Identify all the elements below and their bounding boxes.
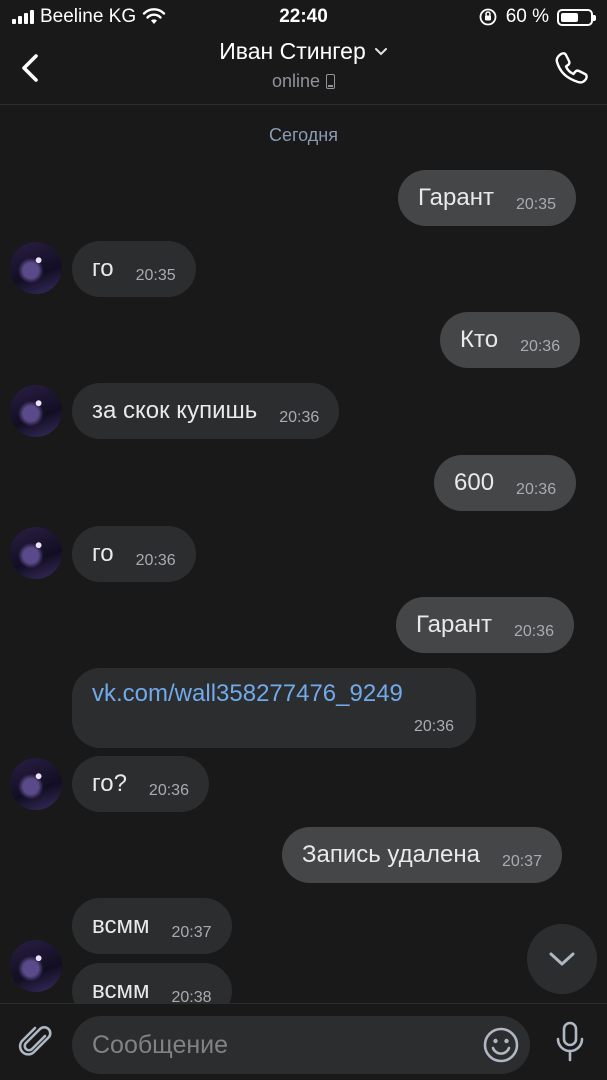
message-bubble-link[interactable]: vk.com/wall358277476_9249 20:36 (72, 668, 476, 748)
message-time: 20:36 (148, 782, 189, 799)
message-bubble-outgoing[interactable]: 600 20:36 (434, 455, 577, 511)
message-bubble-incoming[interactable]: го? 20:36 (72, 756, 209, 812)
status-bar: Beeline KG 22:40 60 % (0, 0, 607, 34)
scroll-down-icon (549, 952, 575, 966)
message-bubble-outgoing[interactable]: Запись удалена 20:37 (282, 827, 562, 883)
online-status-text: online (271, 71, 321, 91)
contact-status: online (271, 71, 336, 92)
avatar[interactable] (10, 758, 62, 810)
message-text: го (92, 255, 114, 282)
microphone-icon[interactable] (553, 1020, 587, 1064)
date-separator: Сегодня (269, 125, 338, 145)
avatar[interactable] (10, 242, 62, 294)
chat-header: Иван Стингер online (0, 34, 607, 105)
contact-info[interactable]: Иван Стингер online (0, 38, 607, 92)
message-time: 20:36 (279, 409, 320, 426)
message-time: 20:35 (135, 267, 176, 284)
message-time: 20:36 (520, 338, 561, 355)
message-text: Запись удалена (302, 841, 480, 868)
message-text: за скок купишь (92, 397, 258, 424)
message-time: 20:36 (413, 718, 454, 735)
message-link[interactable]: vk.com/wall358277476_9249 (92, 680, 456, 708)
message-bubble-incoming[interactable]: го 20:35 (72, 241, 196, 297)
scroll-down-button[interactable] (527, 924, 597, 994)
contact-name: Иван Стингер (219, 38, 366, 64)
message-bubble-incoming[interactable]: за скок купишь 20:36 (72, 383, 340, 439)
message-time: 20:35 (515, 196, 556, 213)
message-text: Гарант (418, 184, 494, 211)
mobile-icon (326, 74, 336, 89)
message-input[interactable]: Сообщение (72, 1016, 530, 1074)
battery-percent: 60 % (505, 6, 549, 27)
message-bubble-incoming[interactable]: всмм 20:37 (72, 898, 232, 954)
message-bubble-outgoing[interactable]: Кто 20:36 (440, 312, 581, 368)
message-time: 20:36 (135, 552, 176, 569)
avatar[interactable] (10, 527, 62, 579)
smile-icon[interactable] (482, 1026, 520, 1064)
message-time: 20:36 (513, 623, 554, 640)
avatar[interactable] (10, 385, 62, 437)
message-text: всмм (92, 912, 150, 939)
avatar[interactable] (10, 940, 62, 992)
message-input-placeholder: Сообщение (92, 1031, 229, 1059)
orientation-lock-icon (479, 8, 497, 26)
contact-title[interactable]: Иван Стингер (219, 38, 388, 65)
message-bubble-outgoing[interactable]: Гарант 20:35 (398, 170, 576, 226)
message-text: всмм (92, 977, 150, 1004)
message-bubble-outgoing[interactable]: Гарант 20:36 (396, 597, 574, 653)
message-text: го? (92, 770, 127, 797)
message-text: 600 (454, 469, 495, 496)
message-time: 20:37 (501, 853, 542, 870)
message-text: го (92, 540, 114, 567)
message-text: Кто (460, 326, 499, 353)
message-bubble-incoming[interactable]: го 20:36 (72, 526, 196, 582)
chevron-down-icon (374, 47, 387, 55)
message-time: 20:37 (171, 924, 212, 941)
message-time: 20:36 (516, 481, 557, 498)
status-right-group: 60 % (478, 6, 596, 28)
message-text: Гарант (416, 611, 492, 638)
paperclip-icon[interactable] (16, 1022, 56, 1062)
battery-icon (557, 8, 596, 26)
phone-call-icon[interactable] (551, 48, 591, 88)
message-composer: Сообщение (0, 1003, 607, 1080)
